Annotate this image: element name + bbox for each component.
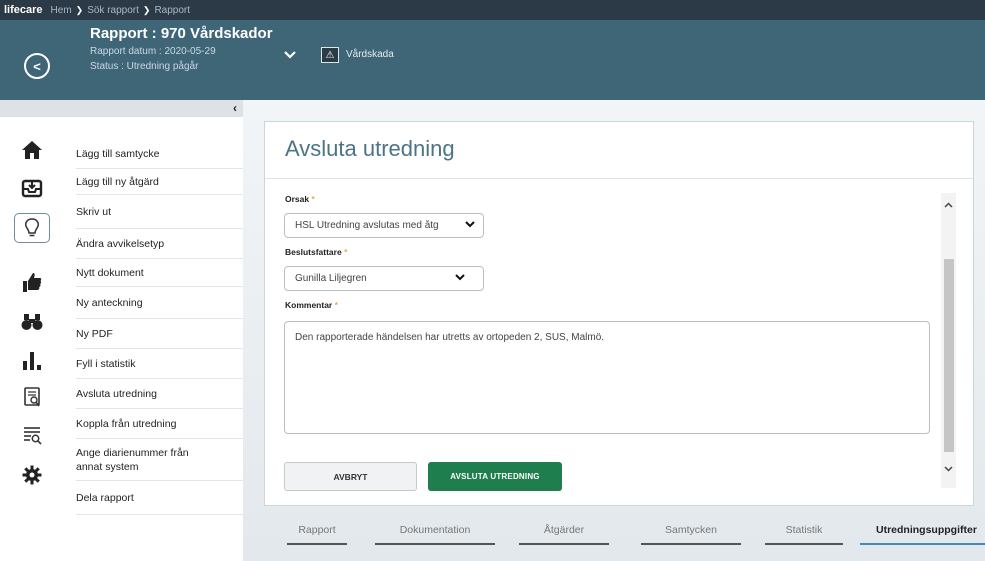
breadcrumb-separator-icon: ❯ — [142, 4, 151, 15]
binoculars-icon[interactable] — [14, 307, 50, 337]
menu-item-label: Ny anteckning — [76, 296, 143, 309]
report-date: Rapport datum : 2020-05-29 — [90, 46, 216, 57]
gear-icon[interactable] — [14, 460, 50, 490]
menu-item-print[interactable]: Skriv ut — [76, 195, 244, 229]
menu-item-label: Lägg till samtycke — [76, 147, 160, 160]
menu-item-new-pdf[interactable]: Ny PDF — [76, 319, 244, 349]
report-title: Rapport : 970 Vårdskador — [90, 25, 273, 42]
beslutsfattare-select[interactable]: Gunilla Liljegren — [284, 266, 484, 291]
collapse-sidebar-icon[interactable]: ‹ — [233, 101, 237, 115]
breadcrumb-home[interactable]: Hem — [51, 5, 72, 16]
beslutsfattare-value: Gunilla Liljegren — [295, 273, 367, 284]
tab-statistik[interactable]: Statistik — [765, 524, 843, 545]
menu-item-new-note[interactable]: Ny anteckning — [76, 287, 244, 319]
scroll-up-icon[interactable] — [941, 199, 956, 211]
report-status: Status : Utredning pågår — [90, 61, 199, 72]
form-scrollbar[interactable] — [941, 193, 956, 488]
menu-item-label: Lägg till ny åtgärd — [76, 175, 159, 188]
orsak-value: HSL Utredning avslutas med åtg — [295, 220, 439, 231]
back-button[interactable]: < — [24, 53, 50, 79]
home-icon[interactable] — [14, 135, 50, 165]
chevron-down-icon — [465, 220, 475, 231]
cancel-button[interactable]: AVBRYT — [284, 462, 417, 491]
breadcrumb-report: Rapport — [154, 4, 191, 16]
scroll-thumb[interactable] — [944, 259, 954, 452]
tab-dokumentation[interactable]: Dokumentation — [375, 524, 495, 545]
tab-samtycken[interactable]: Samtycken — [641, 524, 741, 545]
breadcrumb-separator-icon: ❯ — [75, 4, 84, 15]
bar-chart-icon[interactable] — [14, 345, 50, 375]
scroll-down-icon[interactable] — [941, 463, 956, 475]
orsak-select[interactable]: HSL Utredning avslutas med åtg — [284, 213, 484, 238]
orsak-label: Orsak * — [285, 194, 315, 204]
thumbs-up-icon[interactable] — [14, 267, 50, 297]
form-area: Orsak * HSL Utredning avslutas med åtg B… — [265, 179, 973, 491]
list-search-icon[interactable] — [14, 420, 50, 450]
menu-item-label: Avsluta utredning — [76, 387, 157, 400]
menu-item-label: Ange diarienummer från annat system — [76, 446, 189, 473]
document-search-icon[interactable] — [14, 382, 50, 412]
brand-logo[interactable]: lifecare — [4, 4, 43, 16]
menu-item-label: Koppla från utredning — [76, 417, 177, 430]
top-bar: lifecare Hem ❯ Sök rapport ❯ Rapport — [0, 0, 985, 20]
menu-item-disconnect-investigation[interactable]: Koppla från utredning — [76, 409, 244, 439]
menu-item-label: Nytt dokument — [76, 266, 144, 279]
menu-item-label: Dela rapport — [76, 491, 134, 504]
chevron-down-icon[interactable] — [284, 48, 296, 62]
menu-item-label: Fyll i statistik — [76, 357, 136, 370]
menu-item-new-document[interactable]: Nytt dokument — [76, 259, 244, 287]
menu-item-set-diary-number[interactable]: Ange diarienummer från annat system — [76, 439, 244, 481]
tab-rapport[interactable]: Rapport — [287, 524, 347, 545]
action-menu: Lägg till samtycke Lägg till ny åtgärd S… — [63, 117, 244, 561]
menu-item-label: Ny PDF — [76, 327, 113, 340]
menu-item-close-investigation[interactable]: Avsluta utredning — [76, 379, 244, 409]
menu-item-label: Ändra avvikelsetyp — [76, 237, 165, 250]
breadcrumb-search-report[interactable]: Sök rapport — [87, 5, 139, 16]
menu-item-label: Skriv ut — [76, 205, 112, 218]
report-header: < Rapport : 970 Vårdskador Rapport datum… — [0, 20, 985, 100]
beslutsfattare-label: Beslutsfattare * — [285, 247, 348, 257]
menu-item-fill-statistics[interactable]: Fyll i statistik — [76, 349, 244, 379]
kommentar-label: Kommentar * — [285, 300, 338, 310]
icon-rail — [0, 117, 63, 561]
menu-item-add-action[interactable]: Lägg till ny åtgärd — [76, 169, 244, 195]
bottom-tabs: Rapport Dokumentation Åtgärder Samtycken… — [243, 520, 985, 561]
chevron-left-icon: < — [33, 58, 41, 74]
warning-icon: ⚠ — [321, 47, 339, 63]
close-investigation-button[interactable]: AVSLUTA UTREDNING — [428, 462, 562, 491]
lightbulb-icon[interactable] — [14, 213, 50, 243]
report-type: Vårdskada — [346, 49, 394, 60]
menu-item-add-consent[interactable]: Lägg till samtycke — [76, 139, 244, 169]
chevron-down-icon — [455, 273, 465, 284]
panel-title: Avsluta utredning — [285, 136, 455, 161]
sidebar-collapse-bar: ‹ — [0, 100, 243, 117]
menu-item-share-report[interactable]: Dela rapport — [76, 481, 244, 515]
close-investigation-panel: Avsluta utredning Orsak * HSL Utredning … — [264, 121, 974, 506]
inbox-icon[interactable] — [14, 173, 50, 203]
tab-atgarder[interactable]: Åtgärder — [519, 524, 609, 545]
tab-utredningsuppgifter[interactable]: Utredningsuppgifter — [860, 524, 985, 545]
menu-item-change-type[interactable]: Ändra avvikelsetyp — [76, 229, 244, 259]
kommentar-textarea[interactable]: Den rapporterade händelsen har utretts a… — [284, 321, 930, 434]
